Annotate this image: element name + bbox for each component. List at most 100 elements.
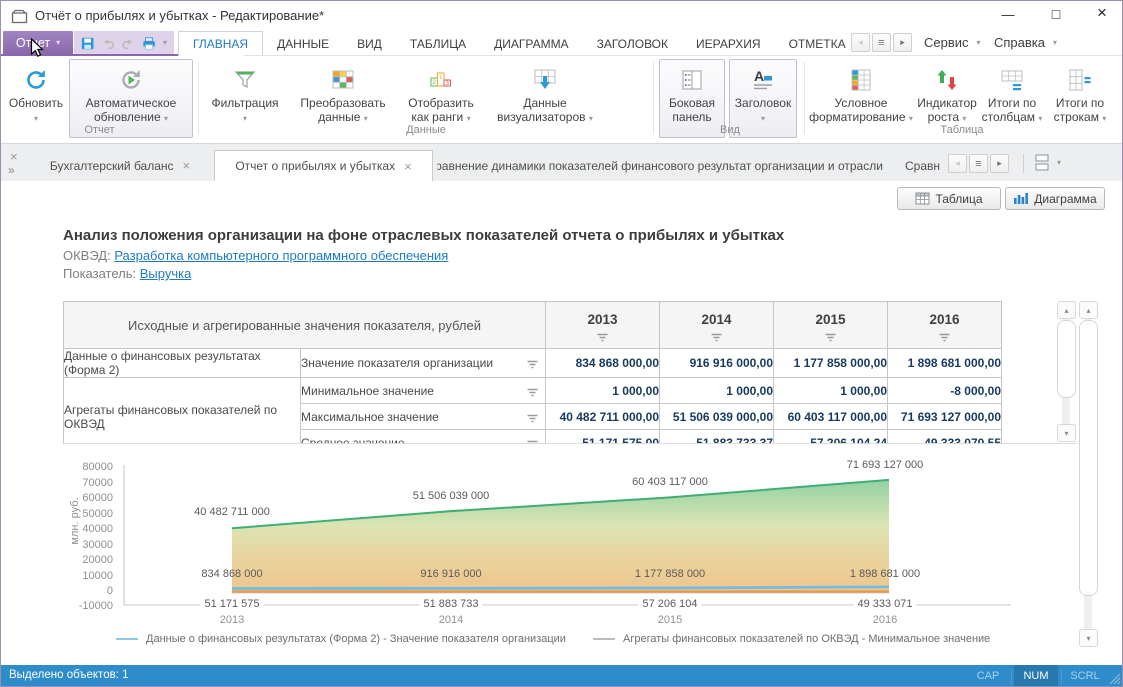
- window-title: Отчёт о прибылях и убытках - Редактирова…: [35, 8, 325, 23]
- scroll-down-icon[interactable]: ▾: [1057, 424, 1076, 442]
- value-cell[interactable]: 51 506 039 000,00: [659, 403, 774, 430]
- undo-icon[interactable]: [101, 37, 115, 50]
- value-cell[interactable]: 1 000,00: [659, 377, 774, 404]
- nav-right-icon[interactable]: ▸: [893, 33, 912, 52]
- chevron-down-icon: ▾: [908, 114, 913, 123]
- data-label-max: 51 506 039 000: [412, 490, 490, 502]
- okved-link[interactable]: Разработка компьютерного программного об…: [114, 248, 448, 263]
- doc-tab-comparison[interactable]: Сравнение динамики показателей финансово…: [437, 150, 889, 181]
- value-cell[interactable]: 60 403 117 000,00: [773, 403, 888, 430]
- scroll-up-icon[interactable]: ▴: [1057, 301, 1076, 319]
- doc-tab-balance[interactable]: Бухгалтерский баланс ×: [31, 150, 209, 181]
- quick-access-toolbar: ▾: [74, 31, 174, 55]
- visualizer-data-icon: [532, 63, 558, 96]
- data-label-max: 71 693 127 000: [846, 459, 924, 471]
- chart-view-button[interactable]: Диаграмма: [1005, 187, 1105, 210]
- layout-mode-button[interactable]: ▾: [1035, 154, 1061, 171]
- data-label-avg: 49 333 071: [853, 598, 917, 610]
- redo-icon[interactable]: [121, 37, 135, 50]
- ranks-icon: 2 1 3: [428, 63, 454, 96]
- resize-grip-icon[interactable]: [1109, 673, 1121, 685]
- page-scrollbar[interactable]: ▴ ▾: [1079, 301, 1098, 647]
- ribbon-tab-mark[interactable]: ОТМЕТКА: [775, 31, 860, 56]
- chevron-down-icon[interactable]: ▾: [163, 39, 167, 47]
- nav-left-icon[interactable]: ◂: [851, 33, 870, 52]
- filter-icon[interactable]: [660, 330, 773, 345]
- scroll-down-icon[interactable]: ▾: [1079, 629, 1098, 647]
- filter-icon[interactable]: [527, 386, 538, 400]
- table-view-button[interactable]: Таблица: [897, 187, 1001, 210]
- table-scrollbar[interactable]: ▴ ▾: [1057, 301, 1076, 442]
- filter-icon[interactable]: [527, 412, 538, 426]
- filter-icon[interactable]: [774, 330, 887, 345]
- year-column-2016[interactable]: 2016: [887, 301, 1002, 349]
- ribbon-tab-table[interactable]: ТАБЛИЦА: [396, 31, 480, 56]
- filter-icon[interactable]: [888, 330, 1001, 345]
- svg-text:3: 3: [445, 80, 449, 87]
- save-icon[interactable]: [81, 36, 94, 51]
- nav-menu-icon[interactable]: ≡: [872, 33, 891, 52]
- value-cell[interactable]: 1 000,00: [773, 377, 888, 404]
- service-menu[interactable]: Сервис ▾: [924, 35, 981, 50]
- help-menu[interactable]: Справка ▾: [994, 35, 1057, 50]
- scroll-up-icon[interactable]: ▴: [1079, 301, 1098, 319]
- ribbon-tab-data[interactable]: ДАННЫЕ: [263, 31, 343, 56]
- year-column-2015[interactable]: 2015: [773, 301, 888, 349]
- num-lock-indicator[interactable]: NUM: [1014, 665, 1058, 686]
- nav-right-icon[interactable]: ▸: [990, 154, 1009, 173]
- legend-label: Агрегаты финансовых показателей по ОКВЭД…: [623, 633, 991, 645]
- data-label-avg: 51 883 733: [419, 598, 483, 610]
- caps-lock-indicator[interactable]: CAP: [969, 665, 1007, 686]
- divider: [1011, 669, 1012, 684]
- value-cell[interactable]: 51 171 575,00: [545, 429, 660, 444]
- x-axis-label: 2015: [657, 614, 683, 626]
- nav-left-icon[interactable]: ◂: [948, 154, 967, 173]
- close-icon[interactable]: ×: [183, 159, 191, 172]
- table-row[interactable]: Данные о финансовых результатах (Форма 2…: [63, 348, 1002, 378]
- application-window: Отчёт о прибылях и убытках - Редактирова…: [0, 0, 1123, 687]
- doc-tab-truncated[interactable]: Сравн: [897, 150, 943, 181]
- divider: [1023, 154, 1024, 173]
- nav-menu-icon[interactable]: ≡: [969, 154, 988, 173]
- side-panel-label: Боковая: [668, 96, 716, 110]
- ribbon-tab-chart[interactable]: ДИАГРАММА: [480, 31, 582, 56]
- expand-tabs-icon[interactable]: »: [8, 163, 15, 177]
- scroll-lock-indicator[interactable]: SCRL: [1064, 665, 1106, 686]
- doc-tab-profit-loss[interactable]: Отчет о прибылях и убытках ×: [214, 150, 433, 181]
- filter-icon[interactable]: [546, 330, 659, 345]
- chevron-down-icon: ▾: [1053, 37, 1058, 47]
- divider: [1061, 669, 1062, 684]
- value-cell[interactable]: 71 693 127 000,00: [887, 403, 1002, 430]
- value-cell[interactable]: 57 206 104,24: [773, 429, 888, 444]
- ribbon-tab-header[interactable]: ЗАГОЛОВОК: [583, 31, 682, 56]
- filter-label: Фильтрация: [211, 96, 279, 110]
- close-icon[interactable]: ×: [404, 160, 412, 173]
- side-panel-icon: [679, 63, 705, 96]
- table-row[interactable]: Агрегаты финансовых показателей по ОКВЭД…: [63, 377, 1002, 444]
- year-column-2013[interactable]: 2013: [545, 301, 660, 349]
- value-cell[interactable]: 51 883 733,37: [659, 429, 774, 444]
- value-cell[interactable]: 1 898 681 000,00: [887, 348, 1002, 378]
- conditional-formatting-icon: [848, 63, 874, 96]
- ribbon-tab-view[interactable]: ВИД: [343, 31, 396, 56]
- close-all-icon[interactable]: ×: [10, 150, 18, 163]
- filter-icon[interactable]: [527, 358, 538, 372]
- year-column-2014[interactable]: 2014: [659, 301, 774, 349]
- value-cell[interactable]: 1 000,00: [545, 377, 660, 404]
- doc-tab-profit-loss-label: Отчет о прибылях и убытках: [235, 159, 396, 173]
- scrollbar-thumb[interactable]: [1057, 320, 1076, 398]
- value-cell[interactable]: 916 916 000,00: [659, 348, 774, 378]
- value-cell[interactable]: 40 482 711 000,00: [545, 403, 660, 430]
- print-icon[interactable]: [142, 36, 156, 51]
- value-cell[interactable]: 49 333 070,55: [887, 429, 1002, 444]
- value-cell[interactable]: -8 000,00: [887, 377, 1002, 404]
- value-cell[interactable]: 834 868 000,00: [545, 348, 660, 378]
- ribbon-tab-hierarchy[interactable]: ИЕРАРХИЯ: [682, 31, 775, 56]
- close-button[interactable]: ×: [1083, 3, 1121, 33]
- ribbon-tab-main[interactable]: ГЛАВНАЯ: [178, 31, 264, 56]
- indicator-link[interactable]: Выручка: [140, 266, 192, 281]
- scrollbar-thumb[interactable]: [1079, 320, 1098, 596]
- value-cell[interactable]: 1 177 858 000,00: [773, 348, 888, 378]
- okved-line: ОКВЭД: Разработка компьютерного программ…: [63, 248, 448, 263]
- row-totals-label: Итоги по: [1055, 96, 1105, 110]
